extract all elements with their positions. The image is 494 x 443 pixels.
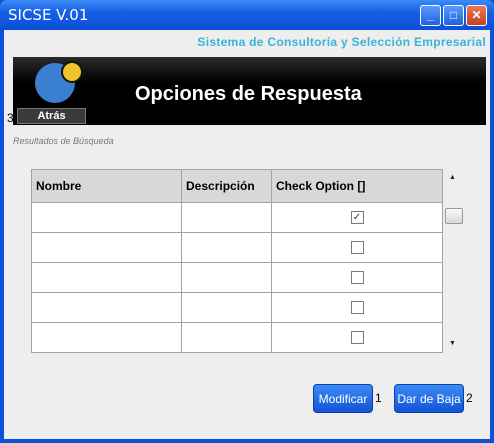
app-subtitle: Sistema de Consultoría y Selección Empre…	[197, 35, 486, 49]
page-title: Opciones de Respuesta	[135, 83, 362, 105]
results-label: Resultados de Búsqueda	[13, 136, 114, 146]
maximize-button[interactable]: □	[443, 5, 464, 26]
row-checkbox[interactable]	[350, 270, 364, 284]
banner-strip	[13, 57, 486, 83]
scroll-up-arrow-icon[interactable]: ▲	[449, 174, 456, 181]
table-row[interactable]	[31, 232, 443, 263]
column-header-descripcion[interactable]: Descripción	[181, 169, 272, 203]
close-button[interactable]: ✕	[466, 5, 487, 26]
logo-dot-icon	[61, 61, 83, 83]
scroll-down-arrow-icon[interactable]: ▼	[449, 340, 456, 347]
table-row[interactable]	[31, 292, 443, 323]
row-checkbox[interactable]	[350, 240, 364, 254]
modify-button[interactable]: Modificar	[313, 384, 373, 413]
row-checkbox[interactable]	[350, 330, 364, 344]
cell-descripcion[interactable]	[181, 322, 272, 353]
table-row[interactable]: ✓	[31, 202, 443, 233]
cell-check-option	[271, 232, 443, 263]
cell-nombre[interactable]	[31, 232, 182, 263]
cell-check-option	[271, 262, 443, 293]
page-banner: Atrás Opciones de Respuesta	[13, 57, 486, 125]
cell-descripcion[interactable]	[181, 202, 272, 233]
cell-check-option	[271, 322, 443, 353]
cell-descripcion[interactable]	[181, 292, 272, 323]
back-shortcut-number: 3	[7, 111, 14, 125]
cell-nombre[interactable]	[31, 292, 182, 323]
table-scrollbar[interactable]: ▲ ▼	[445, 170, 463, 352]
row-checkbox[interactable]: ✓	[350, 210, 364, 224]
cell-descripcion[interactable]	[181, 262, 272, 293]
cell-check-option	[271, 292, 443, 323]
window-title: SICSE V.01	[8, 6, 89, 24]
cell-descripcion[interactable]	[181, 232, 272, 263]
back-button[interactable]: Atrás	[17, 108, 86, 124]
delete-shortcut-number: 2	[466, 391, 473, 405]
client-area: Sistema de Consultoría y Selección Empre…	[4, 30, 490, 439]
cell-nombre[interactable]	[31, 322, 182, 353]
scroll-thumb[interactable]	[445, 208, 463, 224]
table-header-row: Nombre Descripción Check Option []	[31, 169, 443, 203]
delete-button[interactable]: Dar de Baja	[394, 384, 464, 413]
app-window: SICSE V.01 _ □ ✕ Sistema de Consultoría …	[0, 0, 494, 443]
row-checkbox[interactable]	[350, 300, 364, 314]
title-bar[interactable]: SICSE V.01 _ □ ✕	[0, 0, 494, 30]
table-row[interactable]	[31, 322, 443, 353]
table-row[interactable]	[31, 262, 443, 293]
cell-nombre[interactable]	[31, 262, 182, 293]
cell-check-option: ✓	[271, 202, 443, 233]
column-header-nombre[interactable]: Nombre	[31, 169, 182, 203]
column-header-check-option[interactable]: Check Option []	[271, 169, 443, 203]
results-table: Nombre Descripción Check Option [] ✓	[31, 169, 443, 353]
modify-shortcut-number: 1	[375, 391, 382, 405]
cell-nombre[interactable]	[31, 202, 182, 233]
minimize-button[interactable]: _	[420, 5, 441, 26]
